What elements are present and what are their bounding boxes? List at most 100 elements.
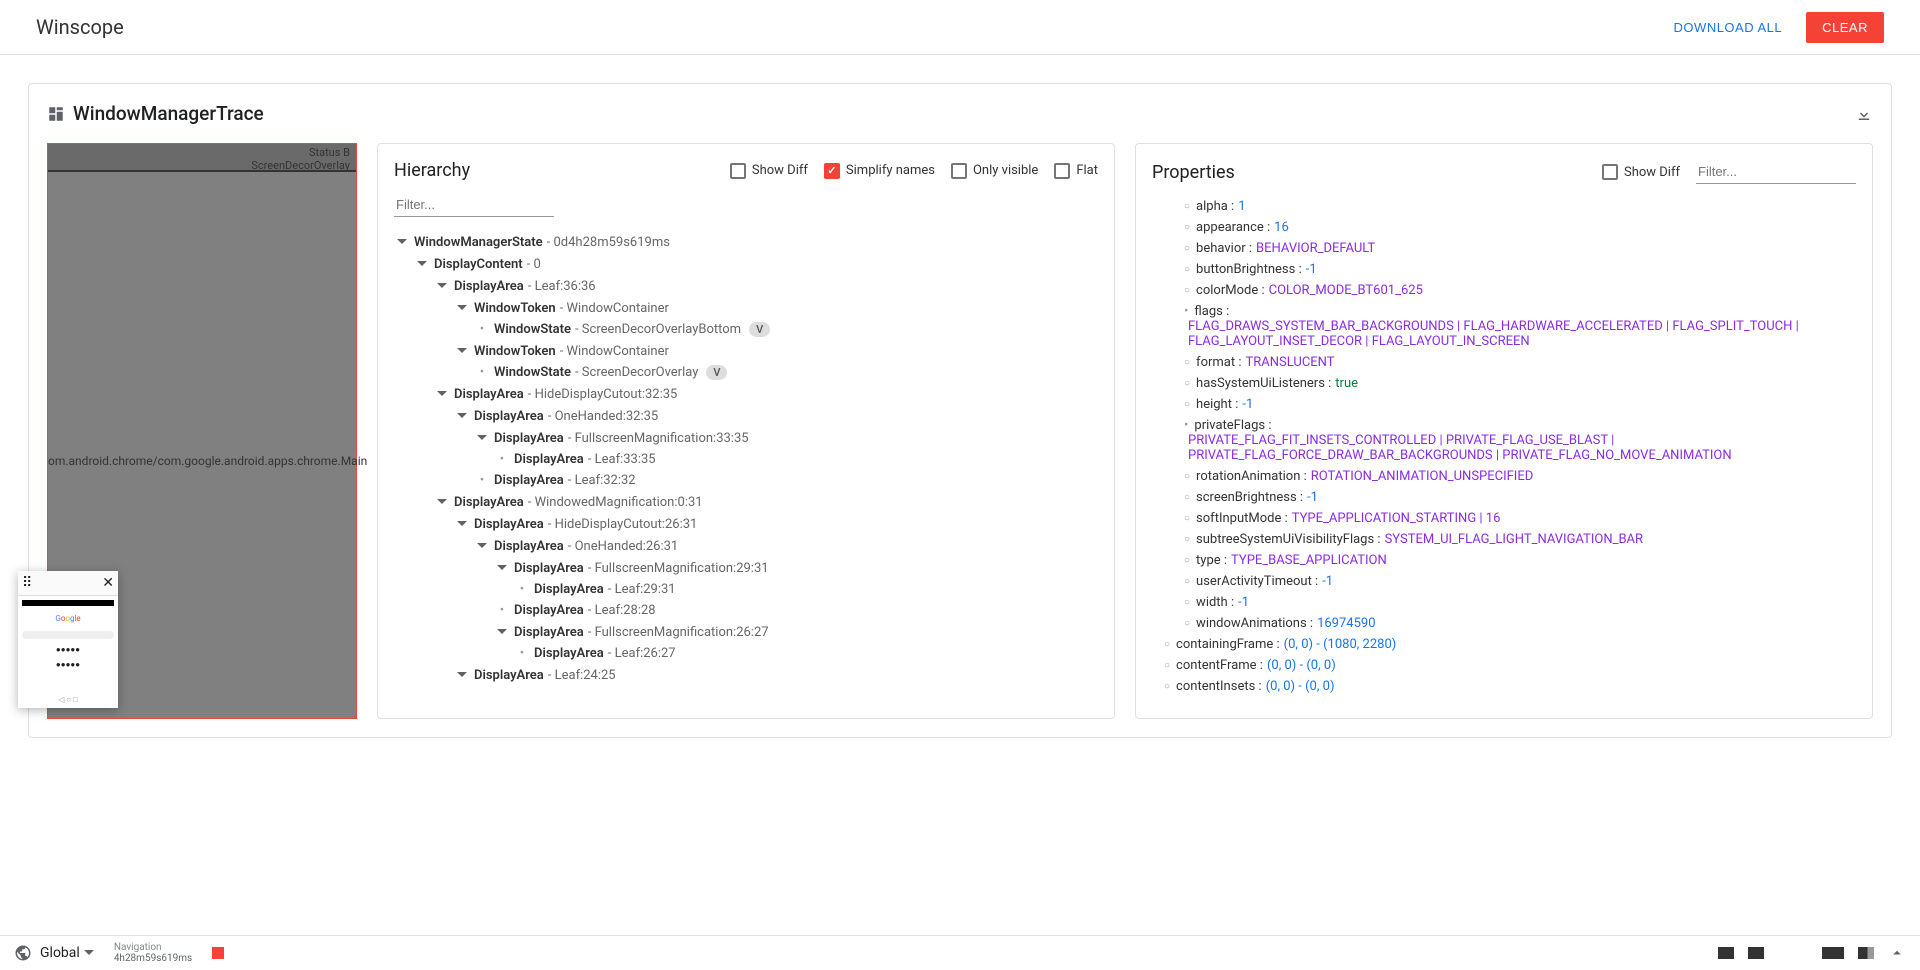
tree-item[interactable]: DisplayArea - HideDisplayCutout:26:31 (394, 513, 1098, 535)
expand-arrow-icon[interactable] (454, 343, 470, 359)
hierarchy-panel: Hierarchy Show Diff Simplify names Only … (377, 143, 1115, 719)
tree-item[interactable]: •WindowState - ScreenDecorOverlayV (394, 362, 1098, 383)
properties-filter-input[interactable] (1696, 160, 1856, 184)
property-item[interactable]: screenBrightness : -1 (1184, 487, 1856, 508)
expand-arrow-icon[interactable] (414, 256, 430, 272)
footer-view-icon-3[interactable] (1822, 947, 1844, 959)
property-item[interactable]: colorMode : COLOR_MODE_BT601_625 (1184, 280, 1856, 301)
expand-arrow-icon[interactable] (454, 408, 470, 424)
show-diff-checkbox[interactable]: Show Diff (730, 163, 808, 179)
tree-item[interactable]: DisplayArea - Leaf:36:36 (394, 275, 1098, 297)
expand-arrow-icon[interactable] (474, 430, 490, 446)
content-row: Status B ScreenDecorOverlay om.android.c… (47, 143, 1873, 719)
expand-arrow-icon[interactable] (394, 234, 410, 250)
tree-item[interactable]: DisplayArea - WindowedMagnification:0:31 (394, 491, 1098, 513)
expand-arrow-icon[interactable] (454, 667, 470, 683)
footer-view-icon-1[interactable] (1718, 947, 1734, 959)
leaf-dot-icon: • (474, 365, 490, 380)
tree-item[interactable]: WindowToken - WindowContainer (394, 297, 1098, 319)
tree-item[interactable]: DisplayArea - HideDisplayCutout:32:35 (394, 383, 1098, 405)
footer-left: Global (14, 944, 94, 962)
property-item[interactable]: alpha : 1 (1184, 196, 1856, 217)
expand-arrow-icon[interactable] (454, 516, 470, 532)
tree-item[interactable]: •WindowState - ScreenDecorOverlayBottomV (394, 319, 1098, 340)
tree-item[interactable]: •DisplayArea - Leaf:29:31 (394, 579, 1098, 600)
leaf-dot-icon: • (494, 603, 510, 618)
trace-title: WindowManagerTrace (47, 102, 264, 125)
property-item[interactable]: behavior : BEHAVIOR_DEFAULT (1184, 238, 1856, 259)
expand-arrow-icon[interactable] (434, 386, 450, 402)
property-item[interactable]: appearance : 16 (1184, 217, 1856, 238)
tree-item[interactable]: DisplayArea - Leaf:24:25 (394, 664, 1098, 686)
trace-card: WindowManagerTrace Status B ScreenDecorO… (28, 83, 1892, 738)
expand-arrow-icon[interactable] (434, 494, 450, 510)
tree-item[interactable]: •DisplayArea - Leaf:28:28 (394, 600, 1098, 621)
footer-view-icon-4[interactable] (1858, 947, 1874, 959)
tree-item[interactable]: WindowManagerState - 0d4h28m59s619ms (394, 231, 1098, 253)
property-item[interactable]: subtreeSystemUiVisibilityFlags : SYSTEM_… (1184, 529, 1856, 550)
tree-item[interactable]: •DisplayArea - Leaf:32:32 (394, 470, 1098, 491)
clear-button[interactable]: CLEAR (1806, 12, 1884, 43)
property-item[interactable]: userActivityTimeout : -1 (1184, 571, 1856, 592)
properties-controls: Show Diff (1602, 160, 1856, 184)
property-item[interactable]: format : TRANSLUCENT (1184, 352, 1856, 373)
property-item[interactable]: windowAnimations : 16974590 (1184, 613, 1856, 634)
tree-item[interactable]: WindowToken - WindowContainer (394, 340, 1098, 362)
expand-arrow-icon[interactable] (494, 624, 510, 640)
props-show-diff-checkbox[interactable]: Show Diff (1602, 164, 1680, 180)
close-icon[interactable]: ✕ (102, 575, 114, 591)
expand-arrow-icon[interactable] (434, 278, 450, 294)
tree-item[interactable]: DisplayArea - FullscreenMagnification:29… (394, 557, 1098, 579)
tree-item[interactable]: DisplayArea - OneHanded:32:35 (394, 405, 1098, 427)
visibility-badge: V (749, 322, 770, 337)
tree-item[interactable]: DisplayContent - 0 (394, 253, 1098, 275)
tree-item[interactable]: •DisplayArea - Leaf:26:27 (394, 643, 1098, 664)
header-actions: DOWNLOAD ALL CLEAR (1662, 12, 1884, 43)
scope-select[interactable]: Global (40, 945, 94, 961)
footer-right (1718, 944, 1906, 962)
minimap-body: Google ●●●●● ●●●●● ◁ ○ □ (18, 596, 118, 708)
property-item[interactable]: privateFlags : PRIVATE_FLAG_FIT_INSETS_C… (1184, 415, 1856, 466)
download-trace-icon[interactable] (1855, 105, 1873, 123)
tree-item[interactable]: DisplayArea - OneHanded:26:31 (394, 535, 1098, 557)
expand-arrow-icon[interactable] (454, 300, 470, 316)
only-visible-checkbox[interactable]: Only visible (951, 163, 1038, 179)
simplify-names-checkbox[interactable]: Simplify names (824, 163, 935, 179)
property-item[interactable]: buttonBrightness : -1 (1184, 259, 1856, 280)
property-item[interactable]: rotationAnimation : ROTATION_ANIMATION_U… (1184, 466, 1856, 487)
properties-list[interactable]: alpha : 1appearance : 16behavior : BEHAV… (1152, 196, 1856, 702)
property-item[interactable]: width : -1 (1184, 592, 1856, 613)
preview-status-bar: Status B ScreenDecorOverlay (48, 144, 356, 172)
hierarchy-tree[interactable]: WindowManagerState - 0d4h28m59s619msDisp… (394, 231, 1098, 702)
property-item[interactable]: hasSystemUiListeners : true (1184, 373, 1856, 394)
preview-minimap[interactable]: ⠿ ✕ Google ●●●●● ●●●●● ◁ ○ □ (18, 571, 118, 708)
tree-item[interactable]: DisplayArea - FullscreenMagnification:33… (394, 427, 1098, 449)
properties-header: Properties Show Diff (1152, 160, 1856, 184)
screen-preview[interactable]: Status B ScreenDecorOverlay om.android.c… (47, 143, 357, 719)
property-item[interactable]: height : -1 (1184, 394, 1856, 415)
hierarchy-filter-input[interactable] (394, 193, 554, 217)
expand-up-icon[interactable] (1888, 944, 1906, 962)
leaf-dot-icon: • (514, 582, 530, 597)
dashboard-icon (47, 105, 65, 123)
property-item[interactable]: flags : FLAG_DRAWS_SYSTEM_BAR_BACKGROUND… (1184, 301, 1856, 352)
flat-checkbox[interactable]: Flat (1054, 163, 1098, 179)
hierarchy-controls: Show Diff Simplify names Only visible Fl… (730, 163, 1098, 179)
globe-icon (14, 944, 32, 962)
property-item[interactable]: type : TYPE_BASE_APPLICATION (1184, 550, 1856, 571)
app-title: Winscope (36, 15, 124, 39)
property-item[interactable]: containingFrame : (0, 0) - (1080, 2280) (1164, 634, 1856, 655)
property-item[interactable]: contentFrame : (0, 0) - (0, 0) (1164, 655, 1856, 676)
property-item[interactable]: softInputMode : TYPE_APPLICATION_STARTIN… (1184, 508, 1856, 529)
download-all-button[interactable]: DOWNLOAD ALL (1662, 12, 1795, 43)
tree-item[interactable]: •DisplayArea - Leaf:33:35 (394, 449, 1098, 470)
property-item[interactable]: contentInsets : (0, 0) - (0, 0) (1164, 676, 1856, 697)
leaf-dot-icon: • (494, 452, 510, 467)
tree-item[interactable]: DisplayArea - FullscreenMagnification:26… (394, 621, 1098, 643)
expand-arrow-icon[interactable] (494, 560, 510, 576)
app-header: Winscope DOWNLOAD ALL CLEAR (0, 0, 1920, 55)
expand-arrow-icon[interactable] (474, 538, 490, 554)
footer-view-icon-2[interactable] (1748, 947, 1764, 959)
timeline-marker[interactable] (212, 947, 224, 959)
preview-activity-text: om.android.chrome/com.google.android.app… (48, 454, 367, 468)
